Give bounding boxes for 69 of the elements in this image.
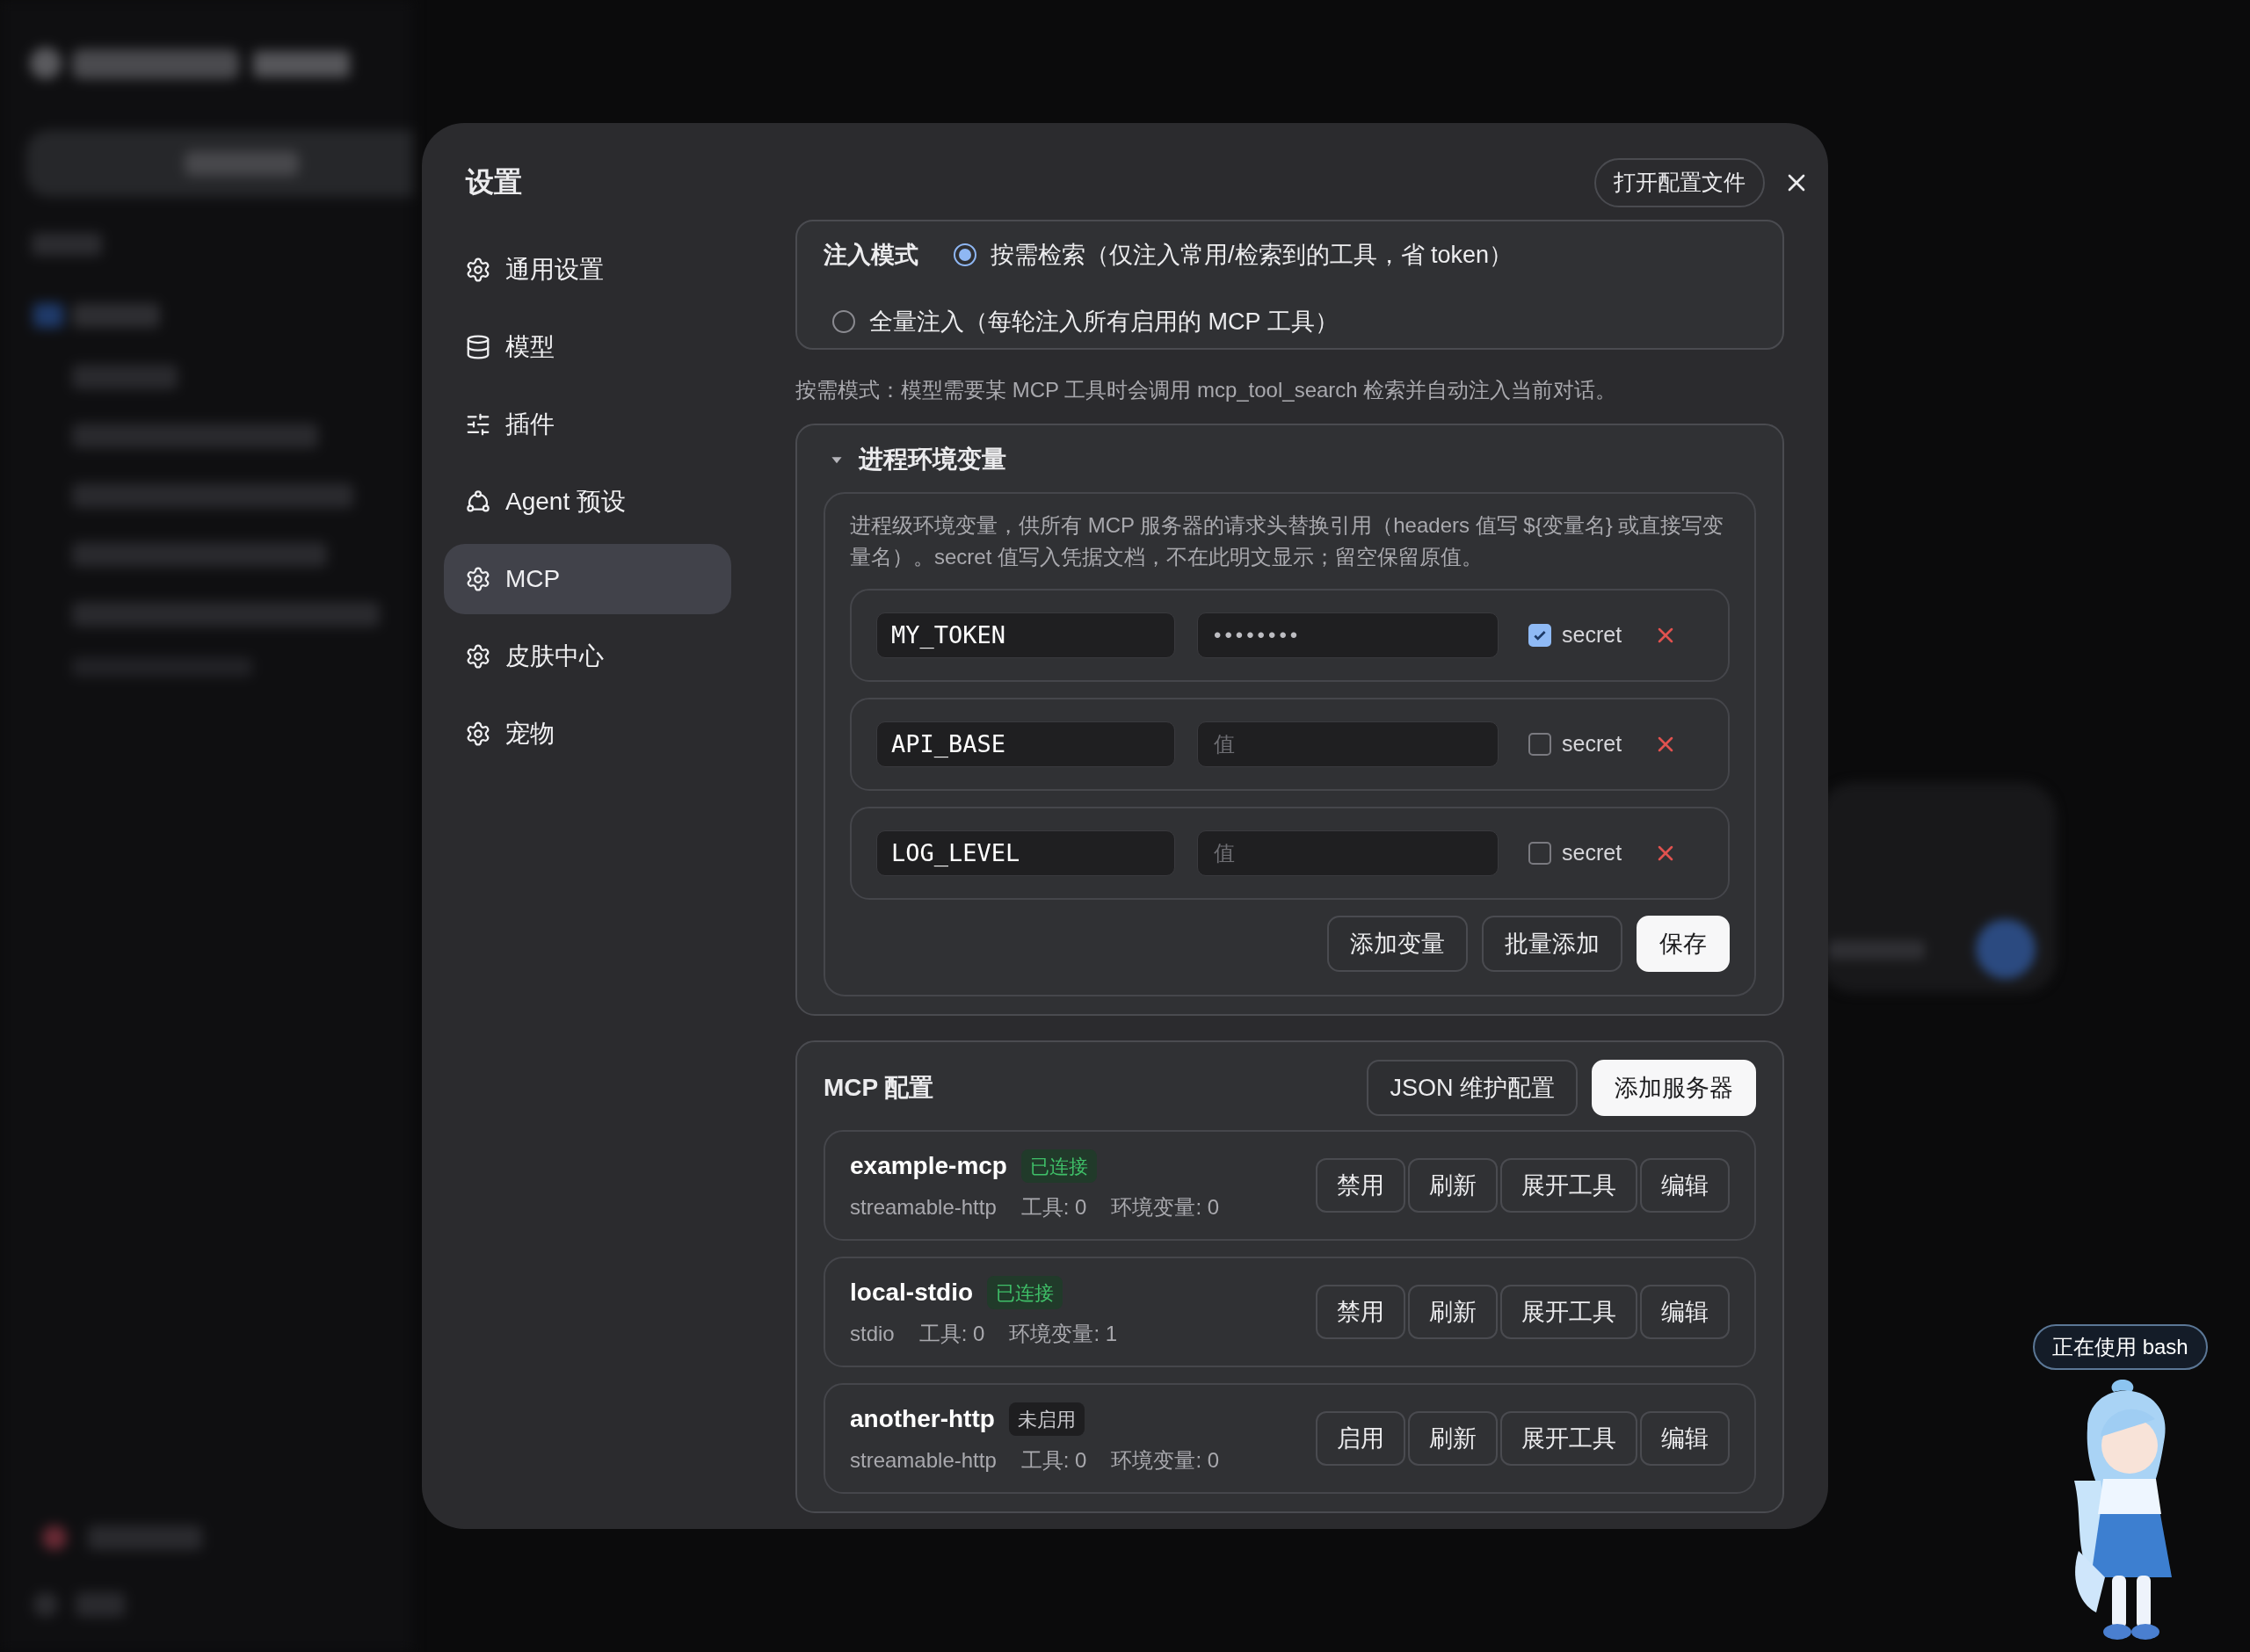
radio-label[interactable]: 按需检索（仅注入常用/检索到的工具，省 token） [991,235,1513,274]
radio-label[interactable]: 全量注入（每轮注入所有启用的 MCP 工具） [869,302,1339,341]
section-title: 进程环境变量 [859,445,1006,475]
server-action-button[interactable]: 编辑 [1640,1158,1730,1213]
secret-label: secret [1562,839,1622,867]
tool-count: 工具: 0 [918,1321,985,1347]
nav-item[interactable]: 模型 [444,312,731,382]
nav-item[interactable]: 通用设置 [444,235,731,305]
tool-count: 工具: 0 [1020,1194,1087,1221]
open-config-button[interactable]: 打开配置文件 [1594,158,1765,207]
server-action-button[interactable]: 禁用 [1316,1285,1405,1339]
server-action-button[interactable]: 编辑 [1640,1411,1730,1466]
hint-text: 按需模式：模型需要某 MCP 工具时会调用 mcp_tool_search 检索并自动注入当前对话。 [795,377,1618,403]
server-action-button[interactable]: 启用 [1316,1411,1405,1466]
name-field[interactable]: LOG_LEVEL [876,830,1175,876]
server-action-button[interactable]: 展开工具 [1500,1285,1637,1339]
value-field[interactable]: 值 [1197,721,1499,767]
dialog-title: 设置 [464,165,523,199]
server-name: local-stdio [850,1278,973,1308]
secret-checkbox[interactable] [1528,842,1551,865]
server-action-button[interactable]: 刷新 [1408,1411,1498,1466]
secret-label: secret [1562,730,1622,758]
env-count: 环境变量: 1 [1009,1321,1118,1347]
settings-icon [465,566,491,592]
radio-button[interactable] [832,310,855,333]
env-action-button[interactable]: 保存 [1637,916,1730,972]
nav-item[interactable]: Agent 预设 [444,467,731,537]
server-transport: streamable-http [850,1447,997,1474]
nav-item[interactable]: 宠物 [444,699,731,769]
server-action-button[interactable]: 禁用 [1316,1158,1405,1213]
secret-label: secret [1562,621,1622,649]
settings-icon [465,721,491,747]
env-action-button[interactable]: 添加变量 [1327,916,1468,972]
secret-checkbox[interactable] [1528,624,1551,647]
server-name: another-http [850,1404,995,1434]
server-name: example-mcp [850,1151,1007,1181]
server-action-button[interactable]: 展开工具 [1500,1158,1637,1213]
injection-label: 注入模式 [824,241,918,270]
sliders-icon [465,411,491,438]
status-badge: 未启用 [1008,1402,1085,1436]
tool-count: 工具: 0 [1020,1447,1087,1474]
database-icon [465,334,491,360]
mcp-header-button[interactable]: 添加服务器 [1592,1060,1756,1116]
value-field[interactable]: •••••••• [1197,612,1499,658]
mcp-header-button[interactable]: JSON 维护配置 [1367,1060,1578,1116]
env-count: 环境变量: 0 [1111,1447,1220,1474]
name-field[interactable]: API_BASE [876,721,1175,767]
server-transport: stdio [850,1321,895,1347]
settings-icon [465,257,491,283]
radio-button[interactable] [954,243,976,266]
section-title: MCP 配置 [824,1073,934,1103]
secret-checkbox[interactable] [1528,733,1551,756]
status-bubble: 正在使用 bash [2033,1324,2208,1370]
status-badge: 已连接 [987,1276,1063,1309]
name-field[interactable]: MY_TOKEN [876,612,1175,658]
env-description: 进程级环境变量，供所有 MCP 服务器的请求头替换引用（headers 值写 ${变量名} 或直接写变量名）。secret 值写入凭据文档，不在此明文显示；留空保留原值。 [850,512,1725,570]
env-count: 环境变量: 0 [1111,1194,1220,1221]
settings-icon [465,643,491,670]
server-action-button[interactable]: 编辑 [1640,1285,1730,1339]
nav-item[interactable]: MCP [444,544,731,614]
server-action-button[interactable]: 展开工具 [1500,1411,1637,1466]
status-badge: 已连接 [1020,1149,1097,1183]
nav-item[interactable]: 皮肤中心 [444,621,731,692]
server-action-button[interactable]: 刷新 [1408,1285,1498,1339]
server-action-button[interactable]: 刷新 [1408,1158,1498,1213]
nav-item[interactable]: 插件 [444,389,731,460]
value-field[interactable]: 值 [1197,830,1499,876]
env-action-button[interactable]: 批量添加 [1482,916,1622,972]
server-transport: streamable-http [850,1194,997,1221]
